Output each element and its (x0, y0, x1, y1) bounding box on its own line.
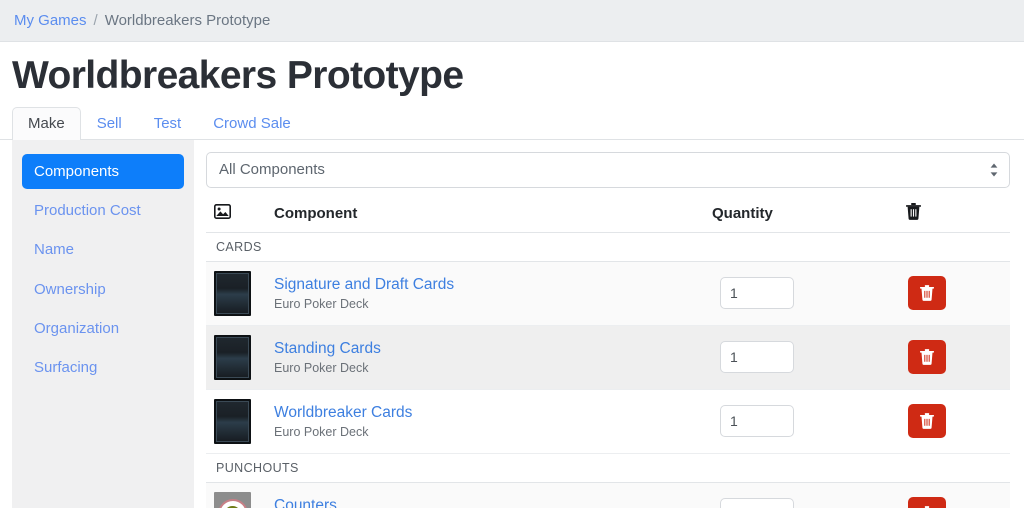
token-ring (217, 499, 248, 508)
row-thumbnail-cell (206, 389, 264, 454)
image-icon (214, 203, 231, 219)
component-thumbnail-card[interactable] (214, 398, 251, 444)
group-header-row: PUNCHOUTS (206, 453, 1010, 483)
sidebar-item-ownership[interactable]: Ownership (22, 272, 184, 307)
breadcrumb: My Games / Worldbreakers Prototype (0, 0, 1024, 42)
row-name-cell: Signature and Draft Cards Euro Poker Dec… (264, 261, 712, 326)
row-delete-cell (902, 389, 1010, 454)
quantity-input[interactable] (720, 405, 794, 438)
table-row: Standing Cards Euro Poker Deck (206, 325, 1010, 390)
tab-sell[interactable]: Sell (81, 107, 138, 140)
component-subtitle: Euro Poker Deck (274, 297, 369, 312)
tab-test[interactable]: Test (138, 107, 198, 140)
component-link[interactable]: Worldbreaker Cards (274, 403, 712, 422)
components-panel: All Components Component Quantity CARDS … (194, 139, 1024, 508)
row-delete-cell (902, 482, 1010, 508)
delete-row-button[interactable] (908, 497, 946, 508)
header-component: Component (264, 195, 712, 233)
tab-bar: Make Sell Test Crowd Sale (0, 104, 1024, 140)
group-label-punchouts: PUNCHOUTS (206, 453, 1010, 483)
delete-row-button[interactable] (908, 404, 946, 439)
row-quantity-cell (712, 325, 902, 390)
delete-row-button[interactable] (908, 340, 946, 375)
table-row: Worldbreaker Cards Euro Poker Deck (206, 389, 1010, 454)
table-row: Counters Circle Shard Set (206, 482, 1010, 508)
sidebar-item-production-cost[interactable]: Production Cost (22, 193, 184, 228)
row-thumbnail-cell (206, 325, 264, 390)
quantity-input[interactable] (720, 341, 794, 374)
page-title: Worldbreakers Prototype (12, 54, 464, 97)
trash-icon[interactable] (906, 202, 921, 220)
component-filter-wrap: All Components (206, 151, 1010, 188)
component-filter-select[interactable]: All Components (206, 151, 1010, 188)
header-delete-cell (902, 195, 1010, 233)
row-thumbnail-cell (206, 482, 264, 508)
component-thumbnail-card[interactable] (214, 334, 251, 380)
component-thumbnail-card[interactable] (214, 270, 251, 316)
breadcrumb-current: Worldbreakers Prototype (104, 12, 271, 29)
quantity-input[interactable] (720, 277, 794, 310)
tab-crowd-sale[interactable]: Crowd Sale (197, 107, 307, 140)
row-name-cell: Standing Cards Euro Poker Deck (264, 325, 712, 390)
group-label-cards: CARDS (206, 232, 1010, 262)
table-header-row: Component Quantity (206, 195, 1010, 233)
row-quantity-cell (712, 389, 902, 454)
breadcrumb-separator: / (93, 12, 98, 29)
sidebar-item-surfacing[interactable]: Surfacing (22, 350, 184, 385)
sidebar-item-components[interactable]: Components (22, 153, 184, 190)
component-subtitle: Euro Poker Deck (274, 361, 369, 376)
row-name-cell: Counters Circle Shard Set (264, 482, 712, 508)
component-thumbnail-token[interactable] (214, 491, 251, 508)
row-delete-cell (902, 325, 1010, 390)
component-subtitle: Euro Poker Deck (274, 425, 369, 440)
row-quantity-cell (712, 261, 902, 326)
header-thumbnail-cell (206, 195, 264, 233)
quantity-input[interactable] (720, 498, 794, 508)
sidebar-item-organization[interactable]: Organization (22, 311, 184, 346)
component-link[interactable]: Standing Cards (274, 339, 712, 358)
trash-icon (920, 413, 934, 430)
table-row: Signature and Draft Cards Euro Poker Dec… (206, 261, 1010, 326)
sidebar-item-name[interactable]: Name (22, 232, 184, 267)
trash-icon (920, 285, 934, 302)
delete-row-button[interactable] (908, 276, 946, 311)
row-delete-cell (902, 261, 1010, 326)
components-table: Component Quantity CARDS Signature and D… (206, 195, 1010, 508)
tab-make[interactable]: Make (12, 106, 81, 140)
sidebar: Components Production Cost Name Ownershi… (12, 139, 194, 508)
component-link[interactable]: Counters (274, 496, 712, 508)
content-area: Components Production Cost Name Ownershi… (0, 139, 1024, 508)
trash-icon (920, 349, 934, 366)
header-quantity: Quantity (712, 195, 902, 233)
row-quantity-cell (712, 482, 902, 508)
group-header-row: CARDS (206, 232, 1010, 262)
component-link[interactable]: Signature and Draft Cards (274, 275, 712, 294)
breadcrumb-link-my-games[interactable]: My Games (14, 12, 87, 29)
row-thumbnail-cell (206, 261, 264, 326)
row-name-cell: Worldbreaker Cards Euro Poker Deck (264, 389, 712, 454)
